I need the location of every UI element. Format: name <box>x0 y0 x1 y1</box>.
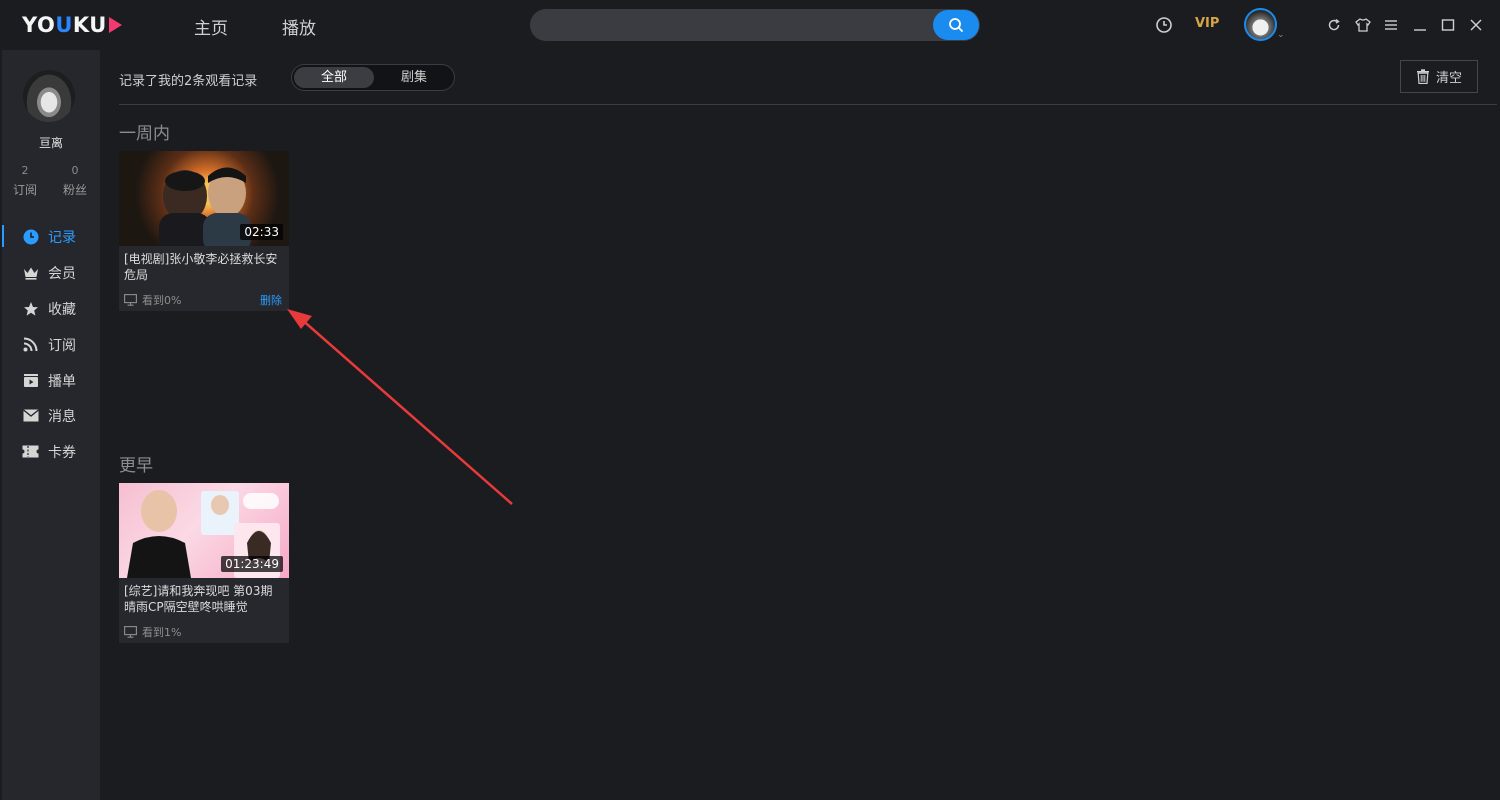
sidebar-item-coupons[interactable]: 卡券 <box>2 436 100 466</box>
youku-window: YOUKU 主页 播放 VIP ⌄ 亘离 2 订阅 0 粉丝 记录 会员 收藏 … <box>0 0 1500 800</box>
maximize-icon <box>1441 19 1455 31</box>
ticket-icon <box>22 443 39 460</box>
sidebar-item-membership[interactable]: 会员 <box>2 257 100 287</box>
search-icon <box>949 18 963 32</box>
profile-avatar[interactable] <box>23 70 75 122</box>
search-input[interactable] <box>544 15 924 35</box>
refresh-button[interactable] <box>1324 15 1344 35</box>
history-summary: 记录了我的2条观看记录 <box>119 74 258 89</box>
video-title[interactable]: [综艺]请和我奔现吧 第03期 晴雨CP隔空壁咚哄睡觉 <box>124 583 284 615</box>
clear-label: 清空 <box>1435 71 1462 86</box>
clock-icon <box>1156 17 1172 33</box>
follower-count[interactable]: 0 <box>55 164 95 177</box>
video-thumbnail[interactable]: 02:33 <box>119 151 289 246</box>
minimize-button[interactable] <box>1410 15 1430 35</box>
crown-icon <box>22 264 39 281</box>
sidebar-item-label: 播单 <box>48 374 76 390</box>
mail-icon <box>22 407 39 424</box>
close-button[interactable] <box>1466 15 1486 35</box>
logo-arrow-icon <box>108 17 122 33</box>
watch-progress: 看到0% <box>124 292 181 308</box>
sidebar-item-label: 消息 <box>48 409 76 425</box>
tab-play[interactable]: 播放 <box>282 14 316 39</box>
playlist-icon <box>22 372 39 389</box>
video-card[interactable]: 01:23:49 [综艺]请和我奔现吧 第03期 晴雨CP隔空壁咚哄睡觉 看到1… <box>119 483 289 643</box>
watch-progress-label: 看到1% <box>142 626 182 639</box>
logo-text: YOUKU <box>22 13 107 37</box>
tab-home[interactable]: 主页 <box>194 14 228 39</box>
sidebar-item-favorites[interactable]: 收藏 <box>2 293 100 323</box>
skin-button[interactable] <box>1353 15 1373 35</box>
title-bar: YOUKU 主页 播放 VIP ⌄ <box>0 0 1500 50</box>
sidebar-item-label: 记录 <box>48 230 76 246</box>
sidebar-item-history[interactable]: 记录 <box>2 221 100 251</box>
sidebar-item-messages[interactable]: 消息 <box>2 400 100 430</box>
username[interactable]: 亘离 <box>2 134 100 151</box>
sidebar-item-subscriptions[interactable]: 订阅 <box>2 329 100 359</box>
chevron-down-icon[interactable]: ⌄ <box>1277 30 1285 40</box>
follower-label[interactable]: 粉丝 <box>55 181 95 198</box>
annotation-arrow <box>287 309 513 505</box>
clear-button[interactable]: 清空 <box>1400 60 1478 93</box>
video-thumbnail[interactable]: 01:23:49 <box>119 483 289 578</box>
filter-all[interactable]: 全部 <box>294 67 374 88</box>
vip-button[interactable]: VIP <box>1195 16 1219 31</box>
rss-icon <box>22 336 39 353</box>
filter-series[interactable]: 剧集 <box>374 67 454 88</box>
watch-progress: 看到1% <box>124 624 181 640</box>
menu-icon <box>1385 20 1397 30</box>
trash-icon <box>1416 69 1429 84</box>
clock-icon <box>22 228 39 245</box>
sidebar-item-playlists[interactable]: 播单 <box>2 365 100 395</box>
delete-button[interactable]: 删除 <box>260 292 282 308</box>
youku-logo[interactable]: YOUKU <box>22 12 122 38</box>
minimize-icon <box>1414 29 1426 31</box>
sidebar-item-label: 会员 <box>48 266 76 282</box>
filter-toggle: 全部 剧集 <box>291 64 455 91</box>
divider <box>119 104 1497 105</box>
search-button[interactable] <box>933 10 979 40</box>
monitor-icon <box>124 294 137 306</box>
sidebar: 亘离 2 订阅 0 粉丝 记录 会员 收藏 订阅 播单 消息 卡券 <box>2 50 100 800</box>
history-button[interactable] <box>1155 16 1173 38</box>
section-title-week: 一周内 <box>119 124 170 144</box>
maximize-button[interactable] <box>1438 15 1458 35</box>
user-avatar[interactable] <box>1244 8 1277 41</box>
section-title-earlier: 更早 <box>119 456 153 476</box>
menu-button[interactable] <box>1381 15 1401 35</box>
subscription-count[interactable]: 2 <box>5 164 45 177</box>
video-title[interactable]: [电视剧]张小敬李必拯救长安危局 <box>124 251 284 283</box>
subscription-label[interactable]: 订阅 <box>5 181 45 198</box>
refresh-icon <box>1328 18 1340 31</box>
video-card[interactable]: 02:33 [电视剧]张小敬李必拯救长安危局 看到0% 删除 <box>119 151 289 311</box>
sidebar-item-label: 卡券 <box>48 445 76 461</box>
watch-progress-label: 看到0% <box>142 294 182 307</box>
monitor-icon <box>124 626 137 638</box>
video-duration: 01:23:49 <box>221 556 283 572</box>
video-duration: 02:33 <box>240 224 283 240</box>
star-icon <box>22 300 39 317</box>
sidebar-item-label: 订阅 <box>48 338 76 354</box>
search-bar <box>530 9 980 41</box>
shirt-icon <box>1355 18 1371 32</box>
close-icon <box>1470 19 1482 31</box>
sidebar-item-label: 收藏 <box>48 302 76 318</box>
